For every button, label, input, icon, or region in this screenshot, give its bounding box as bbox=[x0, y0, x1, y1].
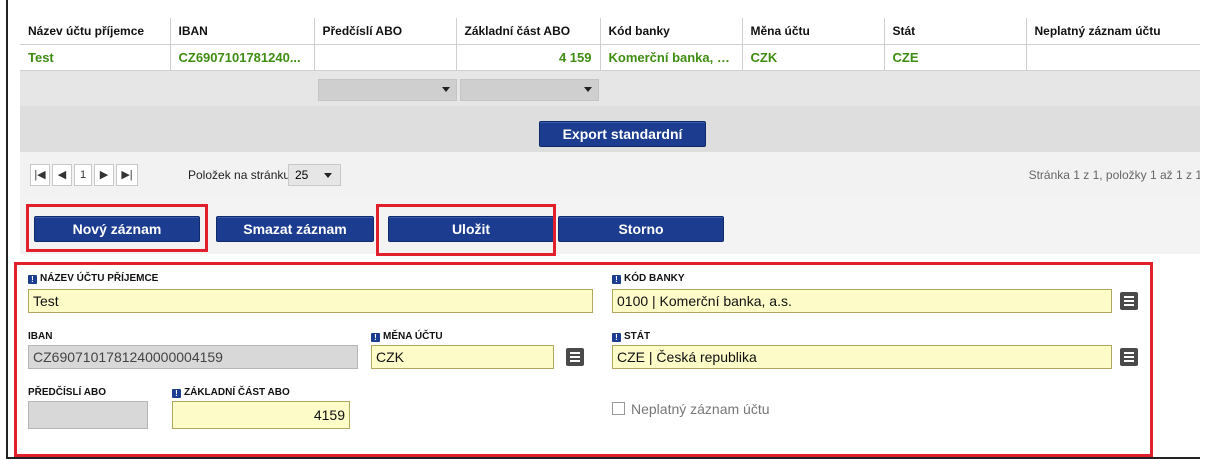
iban-label: IBAN bbox=[28, 331, 53, 342]
page-number-input[interactable]: 1 bbox=[74, 164, 92, 186]
base-abo-input[interactable]: 4159 bbox=[172, 401, 350, 429]
bank-code-input[interactable]: 0100 | Komerční banka, a.s. bbox=[612, 289, 1112, 313]
new-record-button[interactable]: Nový záznam bbox=[34, 216, 200, 242]
iban-field: CZ6907101781240000004159 bbox=[28, 345, 358, 369]
invalid-record-checkbox[interactable]: Neplatný záznam účtu bbox=[612, 401, 770, 417]
next-page-icon[interactable]: ▶ bbox=[94, 164, 114, 186]
cell-iban: CZ6907101781240... bbox=[170, 44, 315, 70]
exclamation-badge-icon: ! bbox=[28, 275, 37, 284]
col-header-currency[interactable]: Měna účtu bbox=[742, 18, 885, 45]
state-input[interactable]: CZE | Česká republika bbox=[612, 345, 1112, 369]
chevron-down-icon bbox=[584, 87, 592, 92]
state-label: ! STÁT bbox=[612, 331, 650, 342]
col-header-prefix-abo[interactable]: Předčíslí ABO bbox=[314, 18, 457, 45]
filter-row bbox=[20, 70, 1200, 107]
bank-code-label: ! KÓD BANKY bbox=[612, 273, 685, 284]
col-header-invalid[interactable]: Neplatný záznam účtu bbox=[1026, 18, 1200, 45]
cell-base-abo: 4 159 bbox=[456, 44, 601, 70]
invalid-record-label: Neplatný záznam účtu bbox=[631, 401, 770, 417]
export-bar: Export standardní bbox=[20, 106, 1200, 152]
currency-lookup-icon[interactable] bbox=[566, 348, 584, 366]
recipient-name-label: ! NÁZEV ÚČTU PŘÍJEMCE bbox=[28, 273, 158, 284]
delete-record-button[interactable]: Smazat záznam bbox=[216, 216, 374, 242]
state-lookup-icon[interactable] bbox=[1120, 348, 1138, 366]
records-table: Název účtu příjemce IBAN Předčíslí ABO Z… bbox=[20, 18, 1200, 70]
chevron-down-icon bbox=[324, 173, 332, 178]
exclamation-badge-icon: ! bbox=[371, 333, 380, 342]
col-header-bank-code[interactable]: Kód banky bbox=[600, 18, 743, 45]
save-button[interactable]: Uložit bbox=[388, 216, 554, 242]
cancel-button[interactable]: Storno bbox=[558, 216, 724, 242]
currency-label: ! MĚNA ÚČTU bbox=[371, 331, 443, 342]
cell-currency: CZK bbox=[742, 44, 885, 70]
cell-recipient-name: Test bbox=[20, 44, 171, 70]
exclamation-badge-icon: ! bbox=[612, 333, 621, 342]
cell-state: CZE bbox=[884, 44, 1027, 70]
table-row[interactable]: Test CZ6907101781240... 4 159 Komerční b… bbox=[20, 44, 1200, 71]
base-abo-label: ! ZÁKLADNÍ ČÁST ABO bbox=[172, 387, 290, 398]
action-bar: Nový záznam Smazat záznam Uložit Storno bbox=[20, 196, 1200, 254]
cell-prefix-abo bbox=[314, 44, 457, 70]
first-page-icon[interactable]: |◀ bbox=[30, 164, 50, 186]
cell-invalid bbox=[1026, 45, 1200, 71]
filter-prefix-abo-select[interactable] bbox=[318, 79, 457, 101]
prefix-abo-label: PŘEDČÍSLÍ ABO bbox=[28, 387, 106, 398]
per-page-select[interactable]: 25 bbox=[288, 164, 341, 186]
per-page-value: 25 bbox=[295, 168, 309, 182]
currency-input[interactable]: CZK bbox=[371, 345, 554, 369]
col-header-iban[interactable]: IBAN bbox=[170, 18, 315, 45]
bank-code-lookup-icon[interactable] bbox=[1120, 292, 1138, 310]
exclamation-badge-icon: ! bbox=[612, 275, 621, 284]
chevron-down-icon bbox=[442, 87, 450, 92]
pager: |◀ ◀ 1 ▶ ▶| Položek na stránku 25 Stránk… bbox=[20, 152, 1200, 197]
last-page-icon[interactable]: ▶| bbox=[116, 164, 138, 186]
filter-base-abo-select[interactable] bbox=[460, 79, 599, 101]
pager-info: Stránka 1 z 1, položky 1 až 1 z 1 bbox=[1028, 168, 1200, 182]
prefix-abo-input[interactable] bbox=[28, 401, 148, 429]
col-header-state[interactable]: Stát bbox=[884, 18, 1027, 45]
per-page-label: Položek na stránku bbox=[188, 168, 291, 182]
exclamation-badge-icon: ! bbox=[172, 389, 181, 398]
col-header-recipient-name[interactable]: Název účtu příjemce bbox=[20, 18, 171, 45]
record-form: ! NÁZEV ÚČTU PŘÍJEMCE Test ! KÓD BANKY 010… bbox=[20, 261, 1200, 457]
export-button[interactable]: Export standardní bbox=[539, 121, 706, 147]
prev-page-icon[interactable]: ◀ bbox=[52, 164, 72, 186]
recipient-name-input[interactable]: Test bbox=[28, 289, 593, 313]
checkbox-box[interactable] bbox=[612, 402, 625, 415]
app-frame: Název účtu příjemce IBAN Předčíslí ABO Z… bbox=[6, 0, 1200, 459]
table-header-row: Název účtu příjemce IBAN Předčíslí ABO Z… bbox=[20, 18, 1200, 45]
cell-bank-code: Komerční banka, a.s. bbox=[600, 44, 743, 70]
col-header-base-abo[interactable]: Základní část ABO bbox=[456, 18, 601, 45]
